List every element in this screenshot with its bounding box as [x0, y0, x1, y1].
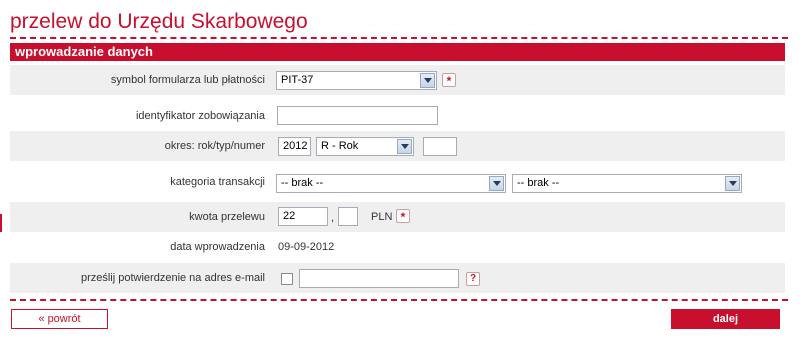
required-icon: * — [442, 73, 456, 88]
row-data: data wprowadzenia 09-09-2012 — [10, 235, 785, 259]
required-icon: * — [396, 209, 410, 224]
kwota-separator: , — [331, 212, 335, 224]
kategoria-label: kategoria transakcji — [170, 176, 265, 188]
okres-type-select[interactable]: R - Rok — [316, 137, 414, 156]
back-button[interactable]: « powrót — [11, 309, 108, 329]
next-button[interactable]: dalej — [671, 309, 780, 329]
chevron-down-icon — [725, 176, 740, 191]
data-label: data wprowadzenia — [170, 241, 265, 253]
kategoria-select-2[interactable]: -- brak -- — [512, 174, 742, 193]
row-kwota: kwota przelewu 22 , PLN * — [10, 202, 785, 232]
okres-label: okres: rok/typ/numer — [164, 140, 265, 152]
kwota-fraction-input[interactable] — [338, 207, 358, 226]
chevron-down-icon — [397, 139, 412, 154]
symbol-label: symbol formularza lub płatności — [110, 74, 265, 86]
email-label: prześlij potwierdzenie na adres e-mail — [80, 272, 265, 284]
chevron-down-icon — [420, 73, 435, 88]
kategoria-select-1[interactable]: -- brak -- — [276, 174, 506, 193]
row-symbol: symbol formularza lub płatności PIT-37 * — [10, 65, 785, 95]
help-icon[interactable]: ? — [466, 272, 480, 286]
kategoria-select-1-value: -- brak -- — [281, 177, 324, 189]
symbol-select[interactable]: PIT-37 — [276, 71, 437, 90]
okres-number-input[interactable] — [423, 137, 457, 156]
kwota-label: kwota przelewu — [189, 211, 265, 223]
okres-year-input[interactable]: 2012 — [278, 137, 311, 156]
email-input[interactable] — [299, 269, 459, 288]
identyfikator-input[interactable] — [277, 106, 438, 125]
row-kategoria: kategoria transakcji -- brak -- -- brak … — [10, 166, 785, 196]
email-confirm-checkbox[interactable] — [281, 273, 293, 285]
row-identyfikator: identyfikator zobowiązania — [10, 100, 785, 130]
data-value: 09-09-2012 — [278, 241, 335, 253]
kwota-whole-input[interactable]: 22 — [278, 207, 328, 226]
page-title: przelew do Urzędu Skarbowego — [10, 10, 308, 33]
row-email: prześlij potwierdzenie na adres e-mail ? — [10, 263, 785, 293]
section-header: wprowadzanie danych — [10, 43, 785, 61]
currency-label: PLN — [371, 211, 393, 223]
okres-type-value: R - Rok — [321, 140, 359, 152]
identyfikator-label: identyfikator zobowiązania — [135, 110, 265, 122]
row-okres: okres: rok/typ/numer 2012 R - Rok — [10, 131, 785, 161]
kategoria-select-2-value: -- brak -- — [517, 177, 560, 189]
symbol-select-value: PIT-37 — [281, 74, 314, 86]
edge-marker — [0, 214, 2, 232]
bottom-divider — [10, 299, 788, 301]
chevron-down-icon — [489, 176, 504, 191]
title-divider — [10, 37, 788, 39]
